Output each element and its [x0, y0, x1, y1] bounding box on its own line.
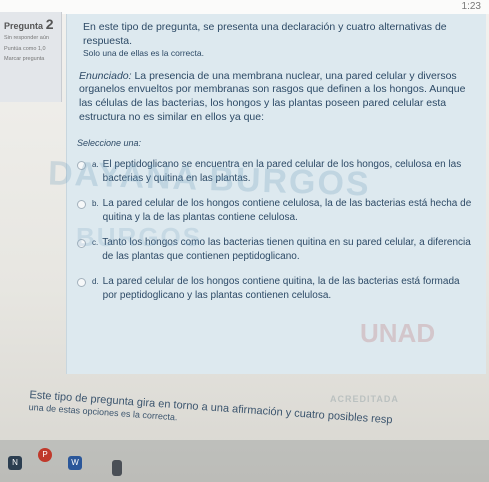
option-letter: b.: [92, 199, 99, 209]
acreditada-watermark: ACREDITADA: [330, 394, 399, 404]
unad-logo-watermark: UNAD: [360, 318, 436, 348]
intro-line-2: Solo una de ellas es la correcta.: [83, 48, 204, 59]
statement-label: Enunciado:: [79, 69, 132, 82]
question-number-value: 2: [45, 16, 54, 32]
question-status: Sin responder aún: [4, 35, 49, 41]
question-label: Pregunta: [4, 21, 44, 31]
statement-text: La presencia de una membrana nuclear, un…: [79, 69, 466, 123]
radio-button-b[interactable]: [77, 200, 86, 210]
word-icon[interactable]: W: [68, 456, 82, 470]
intro-line-1: En este tipo de pregunta, se presenta un…: [83, 21, 447, 48]
screen: 1:23 Pregunta 2 Sin responder aún Puntúa…: [0, 0, 489, 482]
name-watermark-2: BURGOS: [76, 222, 203, 252]
question-score: Puntúa como 1,0: [4, 45, 46, 52]
question-number: Pregunta 2: [4, 16, 57, 32]
next-question-preview: Este tipo de pregunta gira en torno a un…: [28, 388, 489, 447]
taskbar-app-icon[interactable]: [112, 460, 122, 476]
select-prompt: Seleccione una:: [77, 138, 142, 149]
option-text: La pared celular de los hongos contiene …: [102, 276, 460, 301]
question-info-sidebar: Pregunta 2 Sin responder aún Puntúa como…: [0, 12, 62, 102]
taskbar-icon-n[interactable]: N: [8, 456, 22, 470]
option-letter: d.: [92, 277, 99, 287]
question-intro: En este tipo de pregunta, se presenta un…: [83, 20, 476, 60]
answer-option-b[interactable]: b. La pared celular de los hongos contie…: [77, 197, 476, 224]
clock: 1:23: [461, 1, 481, 12]
flag-question-link[interactable]: Marcar pregunta: [4, 56, 57, 64]
taskbar: N P W: [0, 440, 489, 482]
radio-button-d[interactable]: [77, 278, 86, 288]
answer-option-d[interactable]: d. La pared celular de los hongos contie…: [77, 275, 476, 302]
top-bar: 1:23: [0, 0, 489, 14]
powerpoint-icon[interactable]: P: [38, 448, 52, 462]
question-statement: Enunciado: La presencia de una membrana …: [79, 70, 476, 125]
